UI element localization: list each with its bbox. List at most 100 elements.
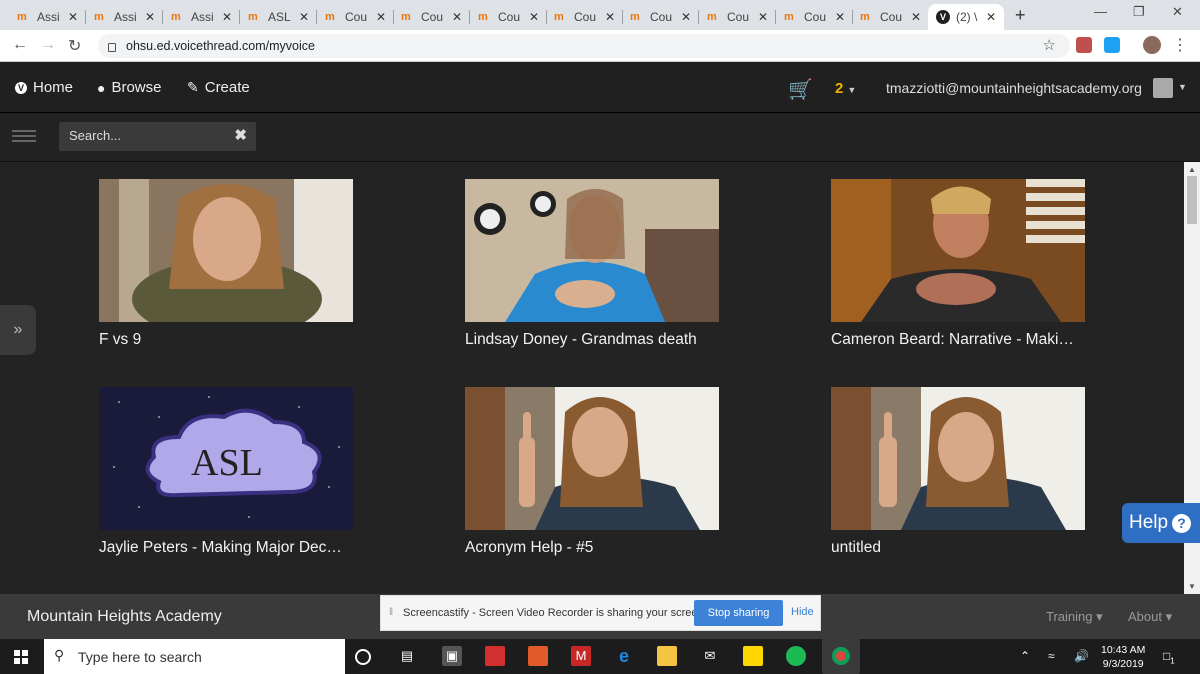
mail-icon[interactable]: ✉ [700,646,720,666]
url-field[interactable]: ohsu.ed.voicethread.com/myvoice ☆ [98,34,1070,58]
thread-title[interactable]: Jaylie Peters - Making Major Dec… [99,539,353,557]
browser-tab[interactable]: m Cou ✕ [470,4,547,30]
thread-title[interactable]: Lindsay Doney - Grandmas death [465,331,719,349]
close-tab-icon[interactable]: ✕ [452,10,462,24]
thread-thumbnail[interactable] [831,387,1085,530]
search-input[interactable] [69,128,219,143]
chrome-taskbar-button[interactable] [822,639,860,674]
wifi-icon[interactable]: ≈ [1048,649,1055,663]
clear-search-icon[interactable]: ✖ [234,126,247,144]
task-view-icon[interactable]: ▤ [397,646,417,666]
help-button[interactable]: Help? [1122,503,1200,543]
forward-icon[interactable]: → [40,36,56,54]
browser-tab[interactable]: m Assi ✕ [163,4,240,30]
thread-card[interactable]: Lindsay Doney - Grandmas death [465,179,719,349]
browser-tab[interactable]: m Assi ✕ [86,4,163,30]
browser-tab[interactable]: m Cou ✕ [317,4,394,30]
thread-thumbnail[interactable] [465,387,719,530]
thread-card[interactable]: untitled [831,387,1085,557]
app-red-icon[interactable] [485,646,505,666]
browser-tab[interactable]: m Cou ✕ [546,4,623,30]
hide-button[interactable]: Hide [791,606,814,618]
thread-thumbnail[interactable] [99,179,353,322]
browser-tab[interactable]: m Cou ✕ [699,4,776,30]
browser-tab[interactable]: m Cou ✕ [622,4,699,30]
close-tab-icon[interactable]: ✕ [758,10,768,24]
chrome-menu-icon[interactable]: ⋮ [1172,35,1188,55]
browser-tab-active[interactable]: V (2) \ ✕ [928,4,1004,30]
system-clock[interactable]: 10:43 AM 9/3/2019 [1101,643,1145,671]
close-tab-icon[interactable]: ✕ [68,10,78,24]
extension-pdf-icon[interactable] [1076,37,1092,53]
notifications-button[interactable]: 2 ▼ [835,80,856,97]
thread-thumbnail[interactable] [465,179,719,322]
thread-title[interactable]: F vs 9 [99,331,353,349]
expand-sidebar-icon[interactable]: » [0,305,36,355]
mcafee-icon[interactable]: M [571,646,591,666]
nav-home[interactable]: V Home [15,79,73,96]
close-tab-icon[interactable]: ✕ [145,10,155,24]
cortana-icon[interactable] [355,649,371,665]
avatar[interactable] [1153,78,1173,98]
new-tab-button[interactable]: + [1015,5,1026,26]
cart-icon[interactable]: 🛒 [788,77,813,102]
thread-thumbnail[interactable]: ASL [99,387,353,530]
nav-browse[interactable]: ● Browse [97,79,162,96]
browser-tab[interactable]: m Cou ✕ [852,4,929,30]
footer-link-about[interactable]: About ▾ [1128,609,1172,625]
browser-tab[interactable]: m Cou ✕ [776,4,853,30]
minimize-window-icon[interactable]: — [1094,4,1107,19]
user-email[interactable]: tmazziotti@mountainheightsacademy.org [886,80,1142,96]
profile-avatar-icon[interactable] [1143,36,1161,54]
edge-icon[interactable]: e [614,646,634,666]
action-center-icon[interactable]: □1 [1163,649,1175,665]
hamburger-menu-icon[interactable] [12,130,36,144]
volume-icon[interactable]: 🔊 [1074,649,1089,663]
nav-create[interactable]: ✎ Create [187,79,250,96]
scrollbar-thumb[interactable] [1187,176,1197,224]
footer-link-training[interactable]: Training ▾ [1046,609,1103,625]
browser-tab[interactable]: m Assi ✕ [9,4,86,30]
windows-start-icon[interactable] [14,650,28,664]
close-tab-icon[interactable]: ✕ [222,10,232,24]
stop-sharing-button[interactable]: Stop sharing [694,600,783,626]
bookmark-star-icon[interactable]: ☆ [1043,36,1056,54]
thread-card[interactable]: F vs 9 [99,179,353,349]
chevron-down-icon[interactable]: ▼ [1178,82,1187,92]
scroll-down-icon[interactable]: ▼ [1188,582,1196,591]
close-tab-icon[interactable]: ✕ [835,10,845,24]
close-tab-icon[interactable]: ✕ [911,10,921,24]
reload-icon[interactable]: ↻ [68,36,81,56]
powerpoint-icon[interactable] [528,646,548,666]
close-tab-icon[interactable]: ✕ [529,10,539,24]
file-explorer-icon[interactable] [657,646,677,666]
close-tab-icon[interactable]: ✕ [299,10,309,24]
drag-handle-icon[interactable]: ‖ [389,607,393,618]
restore-window-icon[interactable]: ❐ [1133,4,1145,20]
sticky-notes-icon[interactable] [743,646,763,666]
extension-read-icon[interactable] [1104,37,1120,53]
close-tab-icon[interactable]: ✕ [376,10,386,24]
back-icon[interactable]: ← [12,36,28,54]
thread-card[interactable]: Cameron Beard: Narrative - Maki… [831,179,1085,349]
close-tab-icon[interactable]: ✕ [986,10,996,24]
url-text[interactable]: ohsu.ed.voicethread.com/myvoice [126,39,315,53]
browser-tab[interactable]: m ASL ✕ [240,4,317,30]
thread-title[interactable]: Cameron Beard: Narrative - Maki… [831,331,1085,349]
thread-thumbnail[interactable] [831,179,1085,322]
thread-title[interactable]: Acronym Help - #5 [465,539,719,557]
browser-tab[interactable]: m Cou ✕ [393,4,470,30]
store-icon[interactable]: ▣ [442,646,462,666]
thread-card[interactable]: ASL Jaylie Peters - Making Major Dec… [99,387,353,557]
close-tab-icon[interactable]: ✕ [605,10,615,24]
tray-chevron-icon[interactable]: ⌃ [1020,649,1030,663]
spotify-icon[interactable] [786,646,806,666]
close-window-icon[interactable]: ✕ [1172,4,1183,20]
scroll-up-icon[interactable]: ▲ [1188,165,1196,174]
thread-title[interactable]: untitled [831,539,1085,557]
thread-card[interactable]: Acronym Help - #5 [465,387,719,557]
tab-favicon-icon: m [17,11,27,23]
taskbar-search-box[interactable]: ⚲ Type here to search [44,639,345,674]
close-tab-icon[interactable]: ✕ [681,10,691,24]
search-box[interactable]: ✖ [59,122,256,151]
